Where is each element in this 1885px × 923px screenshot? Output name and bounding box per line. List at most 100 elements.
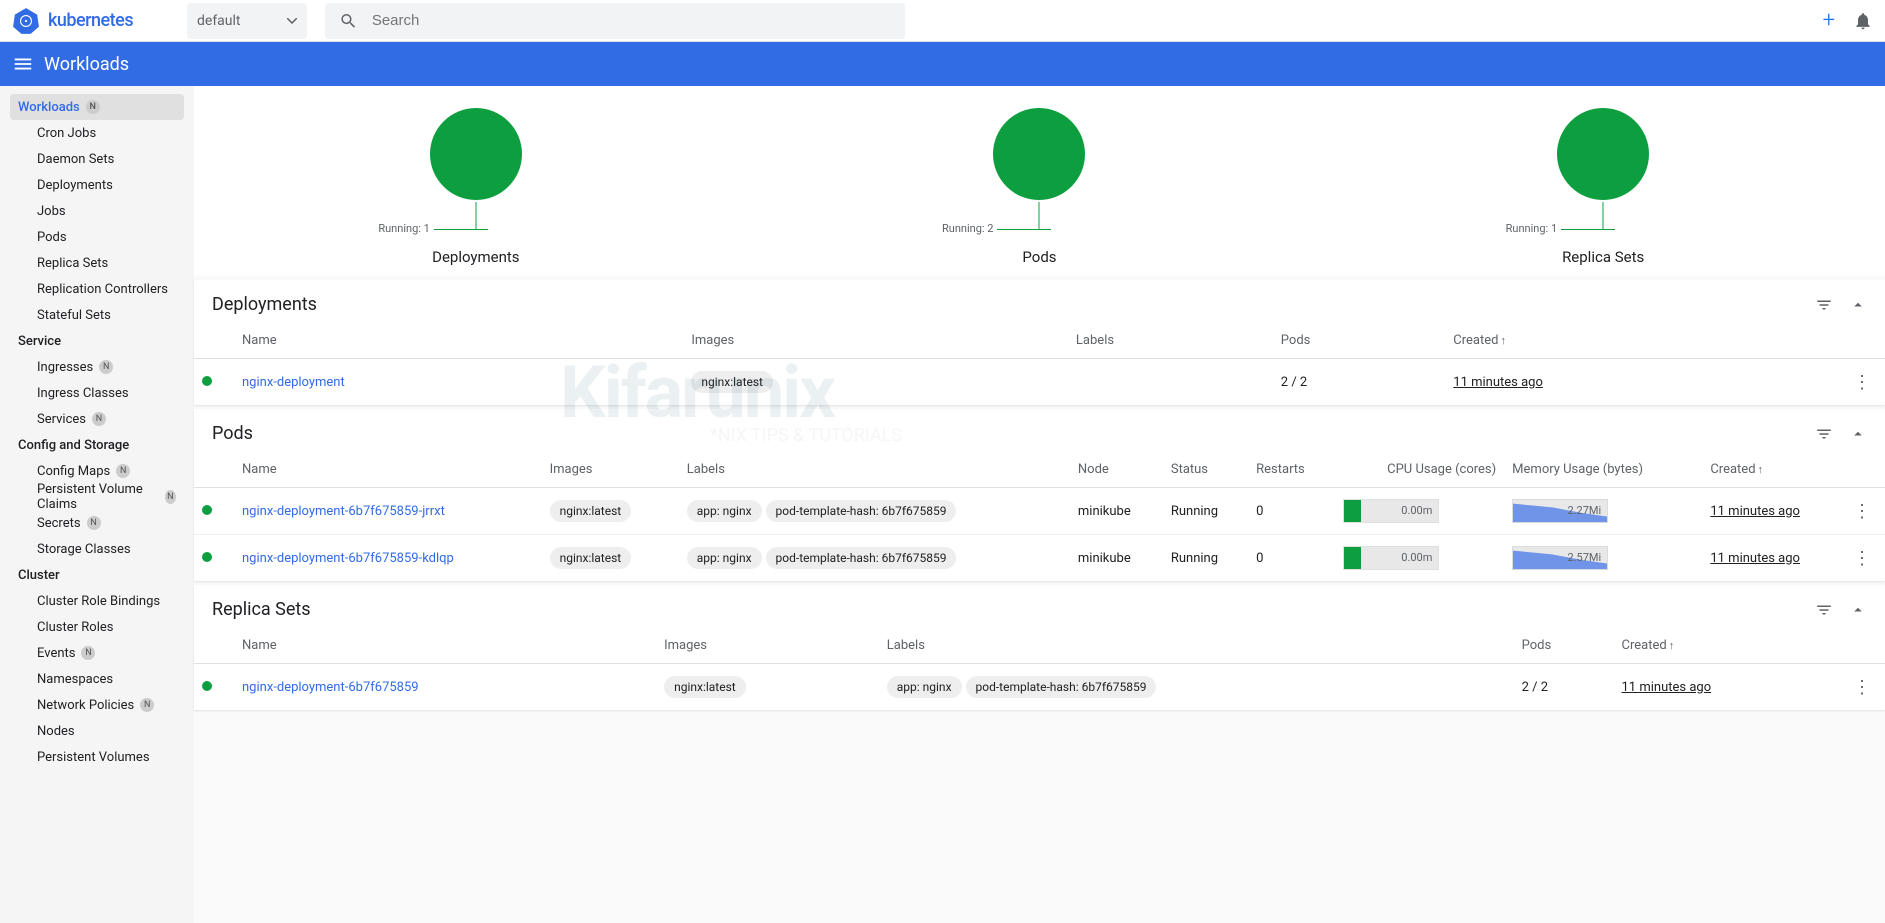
blue-bar: Workloads	[0, 42, 1885, 86]
replicasets-card: Replica Sets Name Images Labels Pods Cre…	[194, 585, 1885, 710]
card-title: Pods	[212, 423, 253, 444]
created-time: 11 minutes ago	[1710, 551, 1800, 566]
sidebar-item[interactable]: SecretsN	[10, 510, 184, 536]
status-dot	[202, 681, 212, 691]
sidebar-item-workloads[interactable]: Workloads N	[10, 94, 184, 120]
logo[interactable]: kubernetes	[12, 7, 187, 35]
sidebar-item[interactable]: Cron Jobs	[10, 120, 184, 146]
sidebar-item[interactable]: EventsN	[10, 640, 184, 666]
label-chip: pod-template-hash: 6b7f675859	[966, 676, 1157, 698]
created-time: 11 minutes ago	[1622, 680, 1712, 695]
chart-label: Running: 1	[378, 222, 430, 235]
status-dot	[202, 552, 212, 562]
collapse-icon[interactable]	[1849, 601, 1867, 619]
sidebar-item[interactable]: Persistent Volumes	[10, 744, 184, 770]
sidebar-section-config: Config and Storage	[10, 432, 184, 458]
created-time: 11 minutes ago	[1453, 375, 1543, 390]
chart-replicasets: Running: 1 Replica Sets	[1555, 106, 1651, 266]
kubernetes-icon	[12, 7, 40, 35]
sidebar-item[interactable]: Namespaces	[10, 666, 184, 692]
deployments-table: Name Images Labels Pods Created↑ nginx-d…	[194, 323, 1885, 405]
sidebar-section-cluster: Cluster	[10, 562, 184, 588]
sidebar-item[interactable]: Config MapsN	[10, 458, 184, 484]
chart-title: Pods	[1022, 248, 1056, 266]
cpu-sparkline: 0.00m	[1343, 546, 1439, 570]
kebab-menu[interactable]: ⋮	[1853, 501, 1871, 522]
chart-pods: Running: 2 Pods	[991, 106, 1087, 266]
add-button[interactable]: +	[1823, 8, 1835, 33]
search-input[interactable]	[372, 12, 891, 29]
sidebar-item[interactable]: Ingress Classes	[10, 380, 184, 406]
search-box[interactable]	[325, 3, 905, 39]
sidebar-item[interactable]: Cluster Roles	[10, 614, 184, 640]
sidebar-item[interactable]: Replication Controllers	[10, 276, 184, 302]
chart-deployments: Running: 1 Deployments	[428, 106, 524, 266]
sidebar-item[interactable]: Persistent Volume ClaimsN	[10, 484, 184, 510]
sidebar-section-service: Service	[10, 328, 184, 354]
sidebar: Workloads N Cron JobsDaemon SetsDeployme…	[0, 86, 194, 923]
table-row: nginx-deployment-6b7f675859-kdlqp nginx:…	[194, 535, 1885, 582]
content: Running: 1 Deployments Running: 2 Pods R…	[194, 86, 1885, 923]
logo-text: kubernetes	[48, 10, 133, 31]
sidebar-item[interactable]: Cluster Role Bindings	[10, 588, 184, 614]
image-chip: nginx:latest	[550, 547, 632, 569]
cpu-sparkline: 0.00m	[1343, 499, 1439, 523]
chart-title: Deployments	[432, 248, 519, 266]
replicasets-table: Name Images Labels Pods Created↑ nginx-d…	[194, 628, 1885, 710]
status-dot	[202, 376, 212, 386]
chart-label: Running: 1	[1506, 222, 1558, 235]
menu-icon[interactable]	[12, 53, 34, 75]
label-chip: app: nginx	[687, 547, 762, 569]
deployment-link[interactable]: nginx-deployment	[242, 375, 345, 390]
label-chip: pod-template-hash: 6b7f675859	[766, 500, 957, 522]
label-chip: pod-template-hash: 6b7f675859	[766, 547, 957, 569]
created-time: 11 minutes ago	[1710, 504, 1800, 519]
bell-icon[interactable]	[1853, 11, 1873, 31]
nav-badge: N	[86, 100, 100, 114]
sidebar-item[interactable]: Jobs	[10, 198, 184, 224]
image-chip: nginx:latest	[691, 371, 773, 393]
namespace-select[interactable]: default	[187, 3, 307, 39]
mem-sparkline: 2.27Mi	[1512, 499, 1608, 523]
sidebar-item[interactable]: Storage Classes	[10, 536, 184, 562]
sidebar-item[interactable]: Replica Sets	[10, 250, 184, 276]
sidebar-item[interactable]: Pods	[10, 224, 184, 250]
image-chip: nginx:latest	[550, 500, 632, 522]
pods-card: Pods Name Images Labels Node Status Rest…	[194, 409, 1885, 581]
sidebar-item[interactable]: Nodes	[10, 718, 184, 744]
kebab-menu[interactable]: ⋮	[1853, 677, 1871, 698]
pods-table: Name Images Labels Node Status Restarts …	[194, 452, 1885, 581]
sidebar-item[interactable]: Deployments	[10, 172, 184, 198]
sidebar-item[interactable]: Network PoliciesN	[10, 692, 184, 718]
table-row: nginx-deployment nginx:latest 2 / 2 11 m…	[194, 359, 1885, 406]
mem-sparkline: 2.57Mi	[1512, 546, 1608, 570]
collapse-icon[interactable]	[1849, 425, 1867, 443]
chart-title: Replica Sets	[1562, 248, 1644, 266]
status-dot	[202, 505, 212, 515]
pod-link[interactable]: nginx-deployment-6b7f675859-jrrxt	[242, 504, 445, 519]
card-title: Replica Sets	[212, 599, 311, 620]
collapse-icon[interactable]	[1849, 296, 1867, 314]
pod-link[interactable]: nginx-deployment-6b7f675859-kdlqp	[242, 551, 454, 566]
sidebar-item[interactable]: IngressesN	[10, 354, 184, 380]
table-row: nginx-deployment-6b7f675859-jrrxt nginx:…	[194, 488, 1885, 535]
chevron-down-icon	[287, 18, 297, 24]
top-header: kubernetes default +	[0, 0, 1885, 42]
kebab-menu[interactable]: ⋮	[1853, 372, 1871, 393]
page-title: Workloads	[44, 54, 129, 75]
image-chip: nginx:latest	[664, 676, 746, 698]
sidebar-item[interactable]: ServicesN	[10, 406, 184, 432]
namespace-value: default	[197, 13, 241, 29]
sidebar-item[interactable]: Daemon Sets	[10, 146, 184, 172]
chart-label: Running: 2	[942, 222, 994, 235]
status-charts: Running: 1 Deployments Running: 2 Pods R…	[194, 86, 1885, 276]
kebab-menu[interactable]: ⋮	[1853, 548, 1871, 569]
filter-icon[interactable]	[1815, 601, 1833, 619]
sidebar-item[interactable]: Stateful Sets	[10, 302, 184, 328]
filter-icon[interactable]	[1815, 425, 1833, 443]
table-row: nginx-deployment-6b7f675859 nginx:latest…	[194, 664, 1885, 711]
deployments-card: Deployments Name Images Labels Pods Crea…	[194, 280, 1885, 405]
label-chip: app: nginx	[687, 500, 762, 522]
replicaset-link[interactable]: nginx-deployment-6b7f675859	[242, 680, 419, 695]
filter-icon[interactable]	[1815, 296, 1833, 314]
